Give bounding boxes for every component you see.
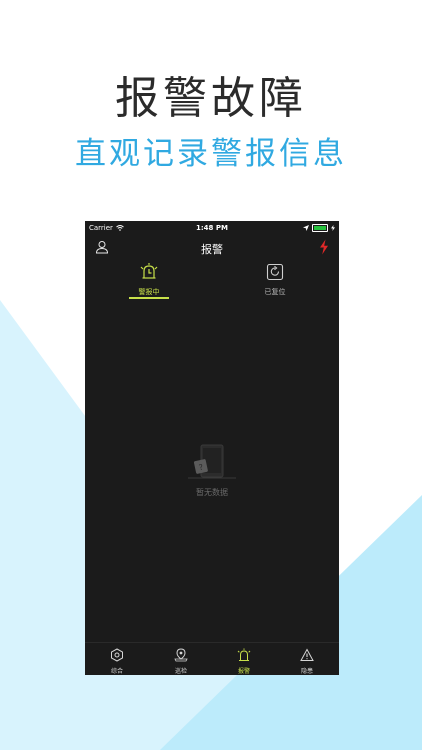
charging-icon bbox=[331, 225, 335, 231]
siren-icon bbox=[237, 648, 251, 661]
location-pin-icon bbox=[174, 648, 188, 662]
alarm-tabs: 警报中 已复位 bbox=[85, 263, 339, 301]
location-arrow-icon bbox=[303, 225, 309, 231]
status-right bbox=[303, 224, 335, 232]
bottom-nav-overview[interactable]: 综合 bbox=[87, 647, 147, 675]
bottom-nav-hazard[interactable]: 隐患 bbox=[277, 647, 337, 675]
empty-state: ? 暂无数据 bbox=[85, 443, 339, 498]
bottom-nav-alarm[interactable]: 报警 bbox=[214, 647, 274, 675]
bottom-nav-patrol[interactable]: 巡检 bbox=[151, 647, 211, 675]
refresh-icon bbox=[266, 263, 284, 281]
tab-alarming-label: 警报中 bbox=[138, 288, 160, 296]
promo-headline: 报警故障 bbox=[115, 73, 307, 124]
active-tab-indicator bbox=[129, 297, 169, 299]
hexagon-icon bbox=[111, 648, 123, 662]
warning-triangle-icon bbox=[300, 648, 314, 661]
bottom-nav-overview-label: 综合 bbox=[110, 668, 123, 675]
promo-subline: 直观记录警报信息 bbox=[75, 136, 347, 172]
status-bar: Carrier 1:48 PM bbox=[85, 221, 339, 235]
alarm-clock-icon bbox=[140, 263, 158, 279]
empty-state-text: 暂无数据 bbox=[196, 488, 228, 497]
tab-reset-label: 已复位 bbox=[264, 288, 286, 296]
page-title: 报警 bbox=[201, 243, 223, 256]
empty-device-icon: ? bbox=[188, 444, 236, 479]
bottom-nav-hazard-label: 隐患 bbox=[300, 668, 313, 675]
bottom-nav-alarm-label: 报警 bbox=[237, 668, 250, 675]
battery-icon bbox=[312, 224, 328, 232]
tab-alarming[interactable]: 警报中 bbox=[109, 263, 189, 297]
phone-screen: Carrier 1:48 PM 报警 警报中 已复位 ? 暂无数据 综合 巡检 … bbox=[85, 221, 339, 675]
bottom-nav: 综合 巡检 报警 隐患 bbox=[85, 642, 339, 675]
bottom-nav-patrol-label: 巡检 bbox=[174, 668, 187, 675]
nav-bar: 报警 bbox=[85, 237, 339, 259]
tab-reset[interactable]: 已复位 bbox=[235, 263, 315, 297]
lightning-icon[interactable] bbox=[317, 239, 331, 255]
status-time: 1:48 PM bbox=[196, 224, 228, 232]
